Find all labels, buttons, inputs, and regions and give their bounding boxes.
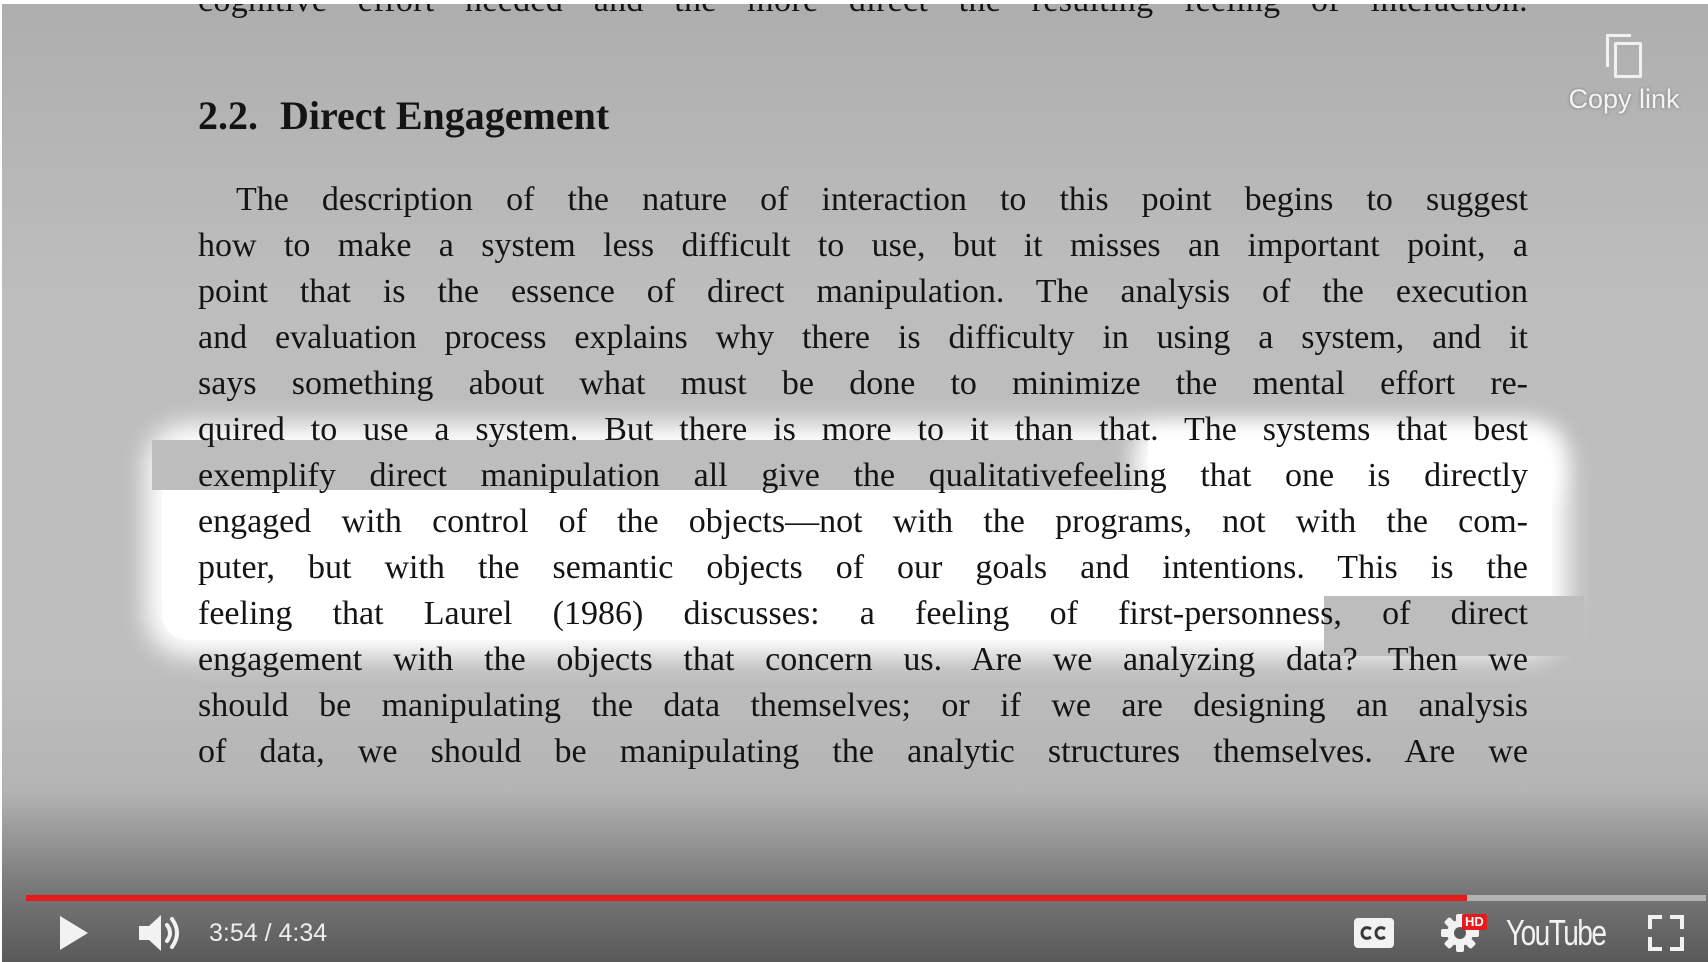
settings-button[interactable]: HD (1430, 904, 1490, 962)
paragraph-line: quired to use a system. But there is mor… (198, 411, 1528, 448)
volume-icon (139, 915, 179, 951)
video-frame[interactable]: cognitive effort needed and the more dir… (2, 4, 1708, 962)
copy-icon (1604, 32, 1644, 78)
paragraph-line: feeling that Laurel (1986) discusses: a … (198, 595, 1528, 632)
captions-icon (1354, 918, 1394, 948)
paragraph-line: engaged with control of the objects—not … (198, 503, 1528, 540)
play-icon (60, 916, 88, 950)
player-controls: 3:54 / 4:34 HD YouTube (2, 904, 1708, 962)
paragraph-line: point that is the essence of direct mani… (198, 273, 1528, 310)
section-number: 2.2. (198, 93, 258, 138)
volume-button[interactable] (130, 904, 190, 962)
paragraph-line: how to make a system less difficult to u… (198, 227, 1528, 264)
paragraph-line: exemplify direct manipulation all give t… (198, 457, 1528, 494)
paragraph-line: puter, but with the semantic objects of … (198, 549, 1528, 586)
youtube-logo[interactable]: YouTube (1506, 904, 1607, 962)
copy-link-button[interactable]: Copy link (1564, 32, 1684, 115)
paragraph-line: and evaluation process explains why ther… (198, 319, 1528, 356)
paragraph-line: engagement with the objects that concern… (198, 641, 1528, 678)
play-button[interactable] (46, 904, 102, 962)
paragraph-line: says something about what must be done t… (198, 365, 1528, 402)
copy-link-label: Copy link (1568, 84, 1680, 114)
paragraph-line: should be manipulating the data themselv… (198, 687, 1528, 724)
progress-played (26, 895, 1467, 901)
fullscreen-button[interactable] (1642, 904, 1690, 962)
section-title: Direct Engagement (280, 93, 610, 138)
section-heading: 2.2. Direct Engagement (198, 92, 609, 139)
paragraph-line: The description of the nature of interac… (236, 181, 1528, 218)
captions-button[interactable] (1348, 904, 1400, 962)
cut-off-line: cognitive effort needed and the more dir… (198, 4, 1528, 20)
time-display: 3:54 / 4:34 (209, 919, 328, 947)
progress-bar[interactable] (26, 895, 1706, 901)
paragraph-line: of data, we should be manipulating the a… (198, 733, 1528, 770)
video-player[interactable]: cognitive effort needed and the more dir… (2, 4, 1708, 962)
fullscreen-icon (1648, 915, 1684, 951)
hd-badge: HD (1462, 914, 1487, 930)
